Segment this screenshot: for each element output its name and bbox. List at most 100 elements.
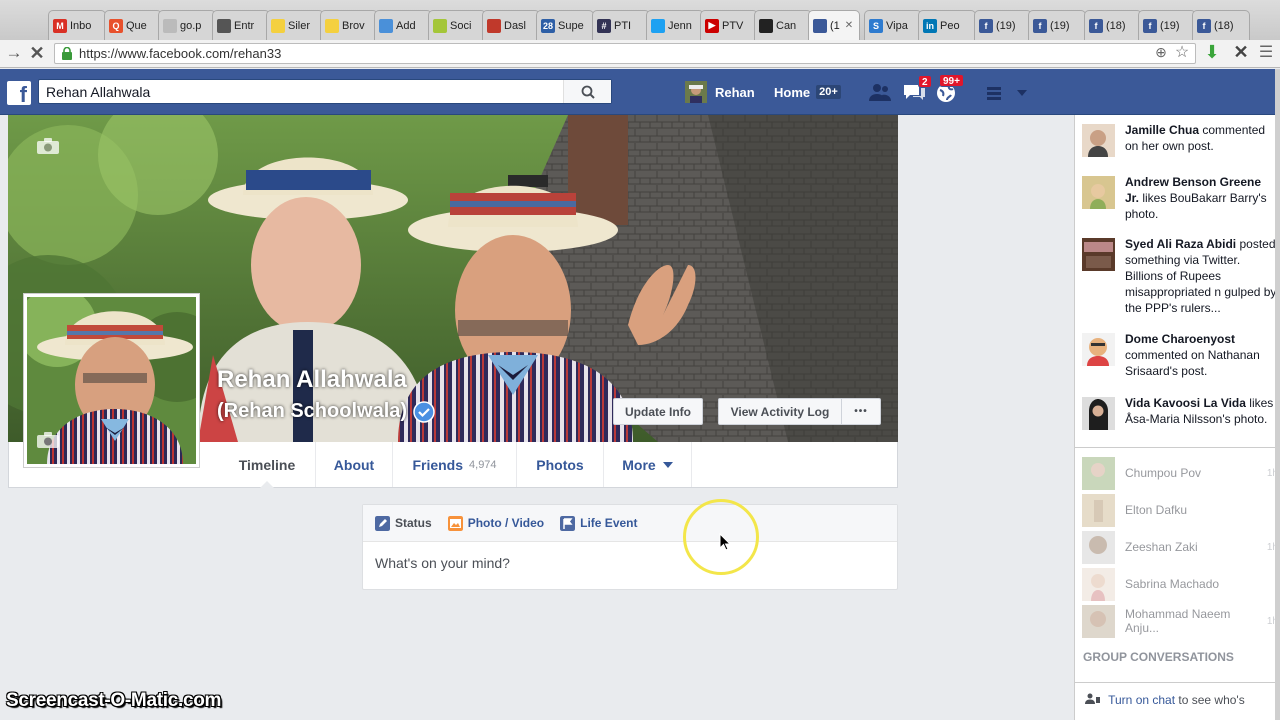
composer-photo-tab[interactable]: Photo / Video: [447, 515, 544, 531]
browser-tab[interactable]: f (19): [1028, 10, 1086, 40]
profile-picture[interactable]: [23, 293, 200, 468]
stop-loading-icon[interactable]: ✕: [27, 43, 47, 63]
browser-tab[interactable]: go.p: [158, 10, 216, 40]
browser-tab[interactable]: Can: [754, 10, 812, 40]
browser-tab-label: (1: [830, 19, 840, 32]
ticker-item[interactable]: Syed Ali Raza Abidi posted something via…: [1082, 236, 1278, 316]
tab-favicon-icon: f: [1143, 18, 1157, 33]
search-button[interactable]: [563, 80, 611, 103]
tab-more-label: More: [622, 456, 656, 473]
chat-contact-name: Elton Dafku: [1125, 503, 1188, 517]
cover-camera-icon[interactable]: [36, 137, 60, 155]
browser-tab-label: Add: [396, 19, 416, 32]
profile-nav-link[interactable]: Rehan: [685, 69, 755, 115]
browser-tab-strip: M Inbo Q Que go.p Entr Siler Brov Add Soci Dasl 28 S…: [0, 0, 1280, 40]
browser-tab-label: go.p: [180, 19, 202, 32]
notifications-globe-icon[interactable]: 99+: [935, 74, 964, 103]
composer-life-event-tab[interactable]: Life Event: [560, 515, 638, 531]
search-box: [38, 79, 612, 104]
browser-tab[interactable]: S Vipa: [864, 10, 922, 40]
chat-contact[interactable]: Elton Dafku: [1082, 493, 1278, 527]
browser-tab[interactable]: Q Que: [104, 10, 162, 40]
ticker-item[interactable]: Vida Kavoosi La Vida likes Åsa-Maria Nil…: [1082, 395, 1278, 430]
address-bar[interactable]: https://www.facebook.com/rehan33: [54, 43, 1196, 64]
back-arrow-icon[interactable]: →: [4, 43, 24, 63]
privacy-shortcuts-icon[interactable]: [985, 81, 1029, 103]
chat-footer-text: to see who's: [1175, 693, 1245, 707]
tab-favicon-icon: [163, 18, 177, 33]
ticker-chat-sidebar: Jamille Chua commented on her own post. …: [1074, 115, 1280, 720]
extension-x-icon[interactable]: ✕: [1233, 42, 1249, 62]
avatar: [1082, 530, 1115, 564]
bookmark-star-icon[interactable]: ☆: [1174, 44, 1190, 61]
download-extension-icon[interactable]: ⬇: [1204, 42, 1220, 62]
browser-tab[interactable]: ▶ PTV: [700, 10, 758, 40]
avatar: [1082, 176, 1115, 209]
zoom-icon[interactable]: ⊕: [1153, 44, 1169, 60]
chat-contact-name: Chumpou Pov: [1125, 466, 1202, 480]
avatar: [1082, 567, 1115, 601]
browser-tab[interactable]: Entr: [212, 10, 270, 40]
browser-tab[interactable]: f (18): [1084, 10, 1142, 40]
chat-contact[interactable]: Sabrina Machado: [1082, 567, 1278, 601]
facebook-top-bar: f Rehan Home 20+ 2 99+: [0, 69, 1280, 115]
tab-favicon-icon: 28: [541, 18, 555, 33]
chat-users-icon: [1085, 693, 1100, 704]
tab-about[interactable]: About: [316, 442, 393, 487]
composer-status-tab[interactable]: Status: [375, 515, 432, 531]
turn-on-chat-link[interactable]: Turn on chat: [1108, 693, 1175, 707]
browser-tab[interactable]: Dasl: [482, 10, 540, 40]
search-input[interactable]: [39, 80, 559, 103]
friend-requests-icon[interactable]: [868, 81, 892, 103]
ticker-name: Vida Kavoosi La Vida: [1125, 396, 1246, 410]
browser-tab[interactable]: Brov: [320, 10, 378, 40]
chat-contact[interactable]: Chumpou Pov 1h: [1082, 456, 1278, 490]
profile-camera-icon[interactable]: [36, 431, 60, 449]
browser-tab[interactable]: # PTI: [592, 10, 650, 40]
tab-close-icon[interactable]: ✕: [845, 20, 853, 31]
avatar: [1082, 604, 1115, 638]
alternate-name-text: (Rehan Schoolwala): [217, 400, 408, 422]
more-options-button[interactable]: •••: [842, 398, 881, 425]
browser-tab-label: (19): [1160, 19, 1180, 32]
page-scrollbar[interactable]: [1275, 69, 1280, 720]
browser-tab[interactable]: in Peo: [918, 10, 976, 40]
browser-tab[interactable]: Siler: [266, 10, 324, 40]
browser-tab[interactable]: f (19): [1138, 10, 1196, 40]
facebook-logo[interactable]: f: [7, 81, 31, 105]
avatar: [1082, 456, 1115, 490]
browser-tab-label: Soci: [450, 19, 472, 32]
ticker-item[interactable]: Jamille Chua commented on her own post.: [1082, 122, 1278, 157]
tab-more[interactable]: More: [604, 442, 692, 487]
messages-icon[interactable]: 2: [902, 75, 932, 103]
tab-favicon-icon: M: [53, 18, 67, 33]
chat-contact-name: Zeeshan Zaki: [1125, 540, 1198, 554]
avatar: [1082, 397, 1115, 430]
ticker-item[interactable]: Andrew Benson Greene Jr. likes BouBakarr…: [1082, 174, 1278, 222]
composer-life-event-label: Life Event: [580, 516, 638, 530]
browser-tab[interactable]: f (19): [974, 10, 1032, 40]
browser-tab[interactable]: f (18): [1192, 10, 1250, 40]
composer-input[interactable]: What's on your mind?: [363, 542, 897, 584]
tab-favicon-icon: [651, 18, 665, 33]
browser-tab[interactable]: Add: [374, 10, 432, 40]
tab-photos[interactable]: Photos: [517, 442, 604, 487]
group-conversations-heading: GROUP CONVERSATIONS: [1083, 650, 1234, 664]
update-info-button[interactable]: Update Info: [613, 398, 703, 425]
chat-contact[interactable]: Zeeshan Zaki 1h: [1082, 530, 1278, 564]
profile-name[interactable]: Rehan Allahwala: [217, 366, 407, 394]
home-nav-link[interactable]: Home 20+: [774, 69, 841, 115]
view-activity-log-button[interactable]: View Activity Log: [718, 398, 842, 425]
chat-contact[interactable]: Mohammad Naeem Anju... 1h: [1082, 604, 1278, 638]
ticker-item[interactable]: Dome Charoenyost commented on Nathanan S…: [1082, 331, 1278, 379]
browser-tab[interactable]: M Inbo: [48, 10, 106, 40]
tab-friends[interactable]: Friends 4,974: [393, 442, 517, 487]
browser-tab-label: Dasl: [504, 19, 527, 32]
browser-tab[interactable]: Soci: [428, 10, 486, 40]
menu-icon[interactable]: ☰: [1258, 44, 1274, 61]
tab-favicon-icon: #: [597, 18, 611, 33]
browser-tab[interactable]: 28 Supe: [536, 10, 594, 40]
browser-tab[interactable]: Jenn: [646, 10, 704, 40]
browser-tab[interactable]: (1 ✕: [808, 10, 860, 40]
tab-favicon-icon: Q: [109, 18, 123, 33]
